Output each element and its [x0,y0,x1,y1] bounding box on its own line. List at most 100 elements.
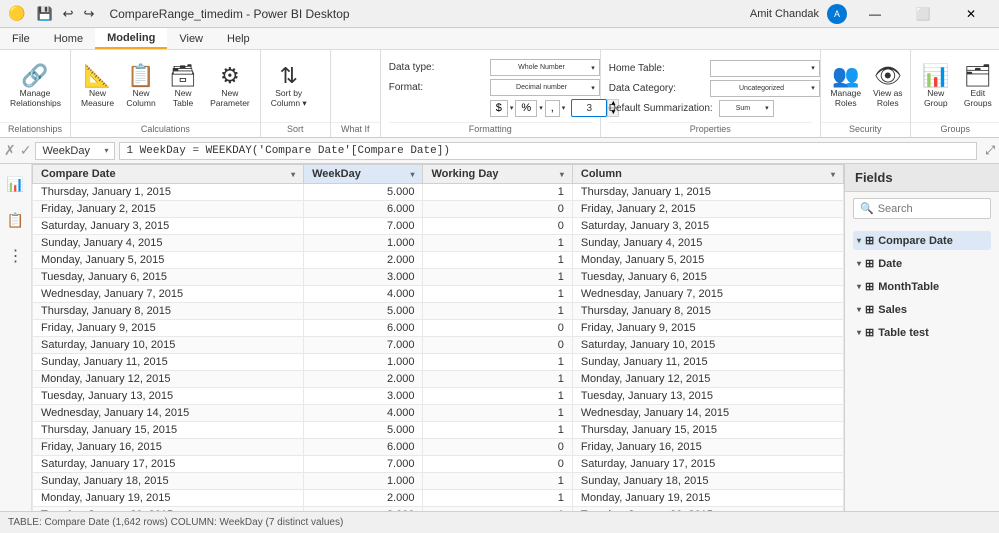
dollar-button[interactable]: $ [490,100,508,117]
field-group-header-table-test[interactable]: ▾⊞Table test [853,323,991,342]
datatype-dropdown[interactable]: Whole Number ▾ [490,59,600,76]
table-cell: Sunday, January 11, 2015 [572,354,843,371]
summarization-label: Default Summarization: [609,103,713,114]
new-table-button[interactable]: 🗃 NewTable [164,62,202,111]
new-measure-label: NewMeasure [81,88,114,108]
left-nav-data-icon[interactable]: 📋 [4,208,28,232]
table-row: Wednesday, January 7, 20154.0001Wednesda… [33,286,844,303]
formula-expand-icon[interactable]: ⤢ [985,143,995,158]
field-group: ▾⊞MonthTable [845,275,999,298]
sort-by-column-button[interactable]: ⇅ Sort byColumn ▾ [267,62,311,111]
formula-expression[interactable]: 1 WeekDay = WEEKDAY('Compare Date'[Compa… [119,142,977,160]
manage-relationships-label: ManageRelationships [10,88,60,108]
ribbon-section-calculations: 📐 NewMeasure 📋 NewColumn 🗃 NewTable ⚙ Ne… [71,50,261,137]
quick-access-redo[interactable]: ↪ [81,6,98,22]
col-header-weekday[interactable]: WeekDay ▾ [304,165,423,184]
close-button[interactable]: ✕ [951,0,991,28]
comma-button[interactable]: , [545,100,560,117]
table-cell: 2.000 [304,490,423,507]
table-row: Wednesday, January 14, 20154.0001Wednesd… [33,405,844,422]
new-group-button[interactable]: 📊 NewGroup [917,62,955,111]
formula-cancel-icon[interactable]: ✗ [4,142,16,159]
dollar-arrow[interactable]: ▾ [510,104,514,112]
summarization-dropdown[interactable]: Sum ▾ [719,100,774,117]
menu-home[interactable]: Home [42,28,95,49]
col-filter-arrow-weekday[interactable]: ▾ [410,170,414,179]
field-group: ▾⊞Compare Date [845,229,999,252]
calculations-section-label: Calculations [71,122,260,135]
menu-help[interactable]: Help [215,28,262,49]
new-parameter-button[interactable]: ⚙ NewParameter [206,62,254,111]
new-measure-button[interactable]: 📐 NewMeasure [77,62,118,111]
col-filter-arrow-working-day[interactable]: ▾ [560,170,564,179]
chevron-icon: ▾ [857,328,861,337]
ribbon-section-security: 👥 ManageRoles 👁 View asRoles Security [821,50,911,137]
col-header-working-day[interactable]: Working Day ▾ [423,165,572,184]
quick-access-save[interactable]: 💾 [33,6,55,22]
field-group-header-compare-date[interactable]: ▾⊞Compare Date [853,231,991,250]
table-cell: 1.000 [304,354,423,371]
table-row: Sunday, January 11, 20151.0001Sunday, Ja… [33,354,844,371]
table-icon: ⊞ [865,257,874,270]
search-input[interactable] [878,203,999,215]
datacategory-value: Uncategorized [739,85,784,92]
table-row: Thursday, January 8, 20155.0001Thursday,… [33,303,844,320]
datacategory-arrow: ▾ [811,84,815,92]
ribbon-section-sort: ⇅ Sort byColumn ▾ Sort [261,50,331,137]
view-roles-button[interactable]: 👁 View asRoles [869,62,907,111]
col-filter-arrow-compare-date[interactable]: ▾ [291,170,295,179]
menu-file[interactable]: File [0,28,42,49]
col-header-compare-date[interactable]: Compare Date ▾ [33,165,304,184]
table-cell: Tuesday, January 13, 2015 [33,388,304,405]
field-group-header-monthtable[interactable]: ▾⊞MonthTable [853,277,991,296]
search-box[interactable]: 🔍 [853,198,991,219]
formula-field-arrow: ▾ [104,146,108,155]
col-header-column[interactable]: Column ▾ [572,165,843,184]
table-cell: Thursday, January 8, 2015 [33,303,304,320]
table-row: Monday, January 5, 20152.0001Monday, Jan… [33,252,844,269]
left-nav-model-icon[interactable]: ⋮ [4,244,28,268]
menu-modeling[interactable]: Modeling [95,28,167,49]
table-cell: 1.000 [304,235,423,252]
table-row: Thursday, January 15, 20155.0001Thursday… [33,422,844,439]
data-area: Compare Date ▾ WeekDay ▾ [32,164,844,511]
new-table-label: NewTable [173,88,193,108]
table-icon: ⊞ [865,280,874,293]
datacategory-dropdown[interactable]: Uncategorized ▾ [710,80,820,97]
manage-relationships-button[interactable]: 🔗 ManageRelationships [6,62,64,111]
format-dropdown[interactable]: Decimal number ▾ [490,79,600,96]
table-cell: 5.000 [304,422,423,439]
field-group-label: Compare Date [878,235,953,247]
manage-roles-button[interactable]: 👥 ManageRoles [827,62,865,111]
left-nav-report-icon[interactable]: 📊 [4,172,28,196]
fields-list: ▾⊞Compare Date▾⊞Date▾⊞MonthTable▾⊞Sales▾… [845,225,999,511]
menu-view[interactable]: View [167,28,215,49]
quick-access-undo[interactable]: ↩ [60,6,77,22]
edit-groups-button[interactable]: 🗂 EditGroups [959,62,997,111]
percent-arrow[interactable]: ▾ [539,104,543,112]
window-title: CompareRange_timedim - Power BI Desktop [109,7,349,21]
comma-arrow[interactable]: ▾ [562,104,566,112]
field-group-header-sales[interactable]: ▾⊞Sales [853,300,991,319]
manage-roles-label: ManageRoles [830,88,861,108]
edit-groups-icon: 🗂 [964,64,992,88]
table-icon: ⊞ [865,326,874,339]
table-cell: 3.000 [304,269,423,286]
percent-button[interactable]: % [515,100,537,117]
data-table-container[interactable]: Compare Date ▾ WeekDay ▾ [32,164,844,511]
hometable-dropdown[interactable]: ▾ [710,60,820,77]
table-cell: 0 [423,201,572,218]
table-cell: Sunday, January 11, 2015 [33,354,304,371]
maximize-button[interactable]: ⬜ [903,0,943,28]
table-cell: Thursday, January 1, 2015 [572,184,843,201]
formula-confirm-icon[interactable]: ✓ [20,142,32,159]
minimize-button[interactable]: — [855,0,895,28]
field-group-header-date[interactable]: ▾⊞Date [853,254,991,273]
new-column-button[interactable]: 📋 NewColumn [122,62,160,111]
table-cell: 0 [423,320,572,337]
properties-section-label: Properties [609,122,812,135]
chevron-icon: ▾ [857,236,861,245]
col-label-weekday: WeekDay [312,168,361,180]
table-cell: Tuesday, January 6, 2015 [572,269,843,286]
col-filter-arrow-column[interactable]: ▾ [831,170,835,179]
